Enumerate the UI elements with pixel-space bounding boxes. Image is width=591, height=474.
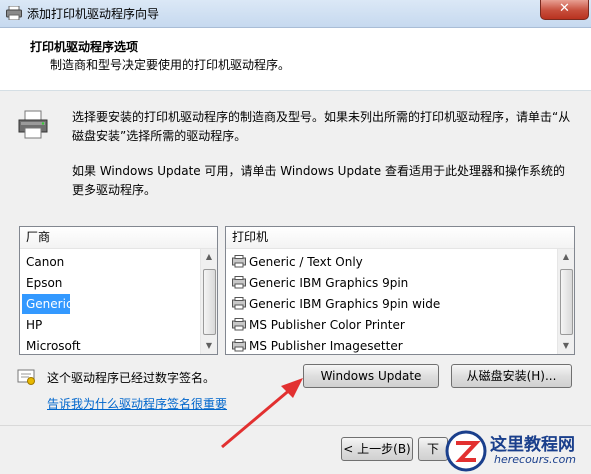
header-title: 打印机驱动程序选项 bbox=[30, 40, 139, 54]
printer-item[interactable]: MS Publisher Imagesetter bbox=[228, 336, 552, 354]
printer-item[interactable]: Generic IBM Graphics 9pin bbox=[228, 273, 552, 293]
driver-icon bbox=[232, 297, 246, 310]
watermark: 这里教程网 herecours.com bbox=[440, 428, 591, 474]
driver-icon bbox=[232, 255, 246, 268]
scroll-thumb[interactable] bbox=[560, 269, 573, 335]
scroll-down-icon[interactable]: ▼ bbox=[201, 338, 217, 354]
driver-icon bbox=[232, 318, 246, 331]
driver-icon bbox=[232, 276, 246, 289]
instruction-text: 选择要安装的打印机驱动程序的制造商及型号。如果未列出所需的打印机驱动程序，请单击… bbox=[72, 110, 571, 143]
watermark-url: herecours.com bbox=[494, 453, 577, 466]
title-bar: 添加打印机驱动程序向导 ✕ bbox=[0, 0, 591, 28]
wizard-window: 添加打印机驱动程序向导 ✕ 打印机驱动程序选项 制造商和型号决定要使用的打印机驱… bbox=[0, 0, 591, 474]
list-item-epson[interactable]: Epson bbox=[22, 273, 196, 293]
signed-status-text: 这个驱动程序已经过数字签名。 bbox=[47, 371, 216, 385]
printer-item[interactable]: Generic IBM Graphics 9pin wide bbox=[228, 294, 552, 314]
wizard-header: 打印机驱动程序选项 制造商和型号决定要使用的打印机驱动程序。 bbox=[0, 28, 591, 91]
list-item-hp[interactable]: HP bbox=[22, 315, 196, 335]
scroll-up-icon[interactable]: ▲ bbox=[558, 249, 574, 265]
footer-divider bbox=[0, 425, 591, 426]
list-item-canon[interactable]: Canon bbox=[22, 252, 196, 272]
signing-info-link[interactable]: 告诉我为什么驱动程序签名很重要 bbox=[47, 395, 227, 412]
manufacturer-scrollbar[interactable]: ▲ ▼ bbox=[200, 249, 217, 354]
windows-update-button[interactable]: Windows Update bbox=[303, 364, 439, 388]
printer-scrollbar[interactable]: ▲ ▼ bbox=[557, 249, 574, 354]
manufacturer-list[interactable]: 厂商 Canon Epson Generic HP Microsoft ▲ ▼ bbox=[19, 226, 218, 355]
printer-item-label: MS Publisher Imagesetter bbox=[249, 339, 403, 353]
printer-app-icon bbox=[6, 6, 22, 20]
back-button[interactable]: < 上一步(B) bbox=[341, 437, 413, 461]
windows-update-hint: 如果 Windows Update 可用，请单击 Windows Update … bbox=[72, 164, 565, 197]
printer-list[interactable]: 打印机 Generic / Text Only Generic IBM Grap… bbox=[225, 226, 575, 355]
printer-item[interactable]: MS Publisher Color Printer bbox=[228, 315, 552, 335]
header-subtitle: 制造商和型号决定要使用的打印机驱动程序。 bbox=[50, 58, 291, 72]
list-item-microsoft[interactable]: Microsoft bbox=[22, 336, 196, 354]
watermark-title: 这里教程网 bbox=[490, 435, 575, 455]
manufacturer-list-header: 厂商 bbox=[20, 227, 217, 249]
printer-item-label: Generic IBM Graphics 9pin wide bbox=[249, 297, 441, 311]
scroll-down-icon[interactable]: ▼ bbox=[558, 338, 574, 354]
printer-item[interactable]: Generic / Text Only bbox=[228, 252, 552, 272]
printer-item-label: Generic / Text Only bbox=[249, 255, 363, 269]
window-title: 添加打印机驱动程序向导 bbox=[27, 7, 160, 21]
scroll-up-icon[interactable]: ▲ bbox=[201, 249, 217, 265]
signed-driver-icon bbox=[17, 369, 35, 385]
have-disk-button[interactable]: 从磁盘安装(H)... bbox=[451, 364, 572, 388]
printer-icon bbox=[18, 110, 48, 139]
printer-item-label: Generic IBM Graphics 9pin bbox=[249, 276, 409, 290]
driver-icon bbox=[232, 339, 246, 352]
close-button[interactable]: ✕ bbox=[540, 0, 589, 20]
watermark-logo-icon bbox=[445, 430, 487, 472]
list-item-generic[interactable]: Generic bbox=[22, 294, 73, 314]
printer-list-header: 打印机 bbox=[226, 227, 574, 249]
printer-item-label: MS Publisher Color Printer bbox=[249, 318, 405, 332]
scroll-thumb[interactable] bbox=[203, 269, 216, 335]
